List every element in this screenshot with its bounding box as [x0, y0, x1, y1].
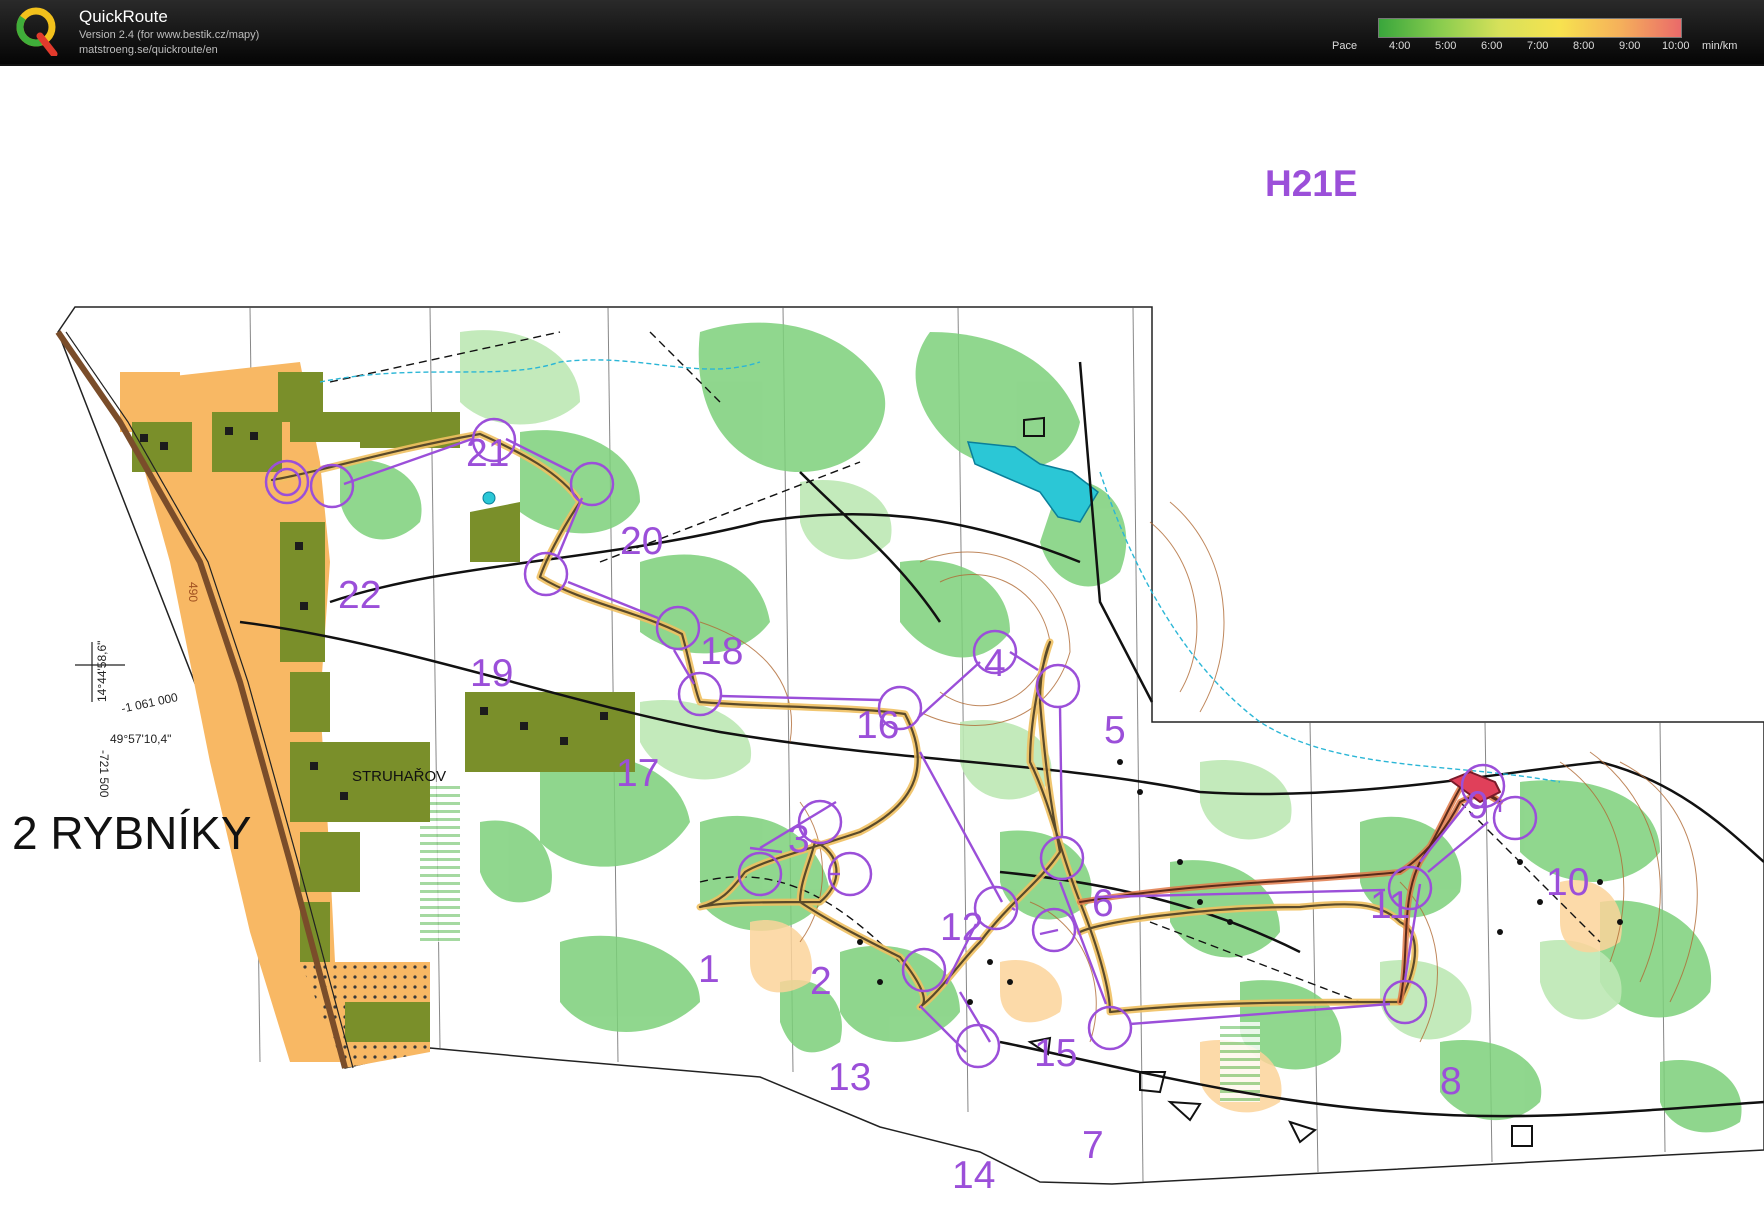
control-number-14: 14: [952, 1154, 996, 1197]
pace-label: Pace: [1332, 40, 1358, 52]
control-number-11: 11: [1370, 884, 1411, 927]
pace-tick: 4:00: [1389, 40, 1411, 52]
app-title: QuickRoute: [79, 7, 168, 26]
quickroute-logo-icon: [16, 7, 58, 56]
control-number-22: 22: [338, 574, 382, 617]
pace-tick: 7:00: [1527, 40, 1549, 52]
pace-color-scale: [1378, 18, 1682, 38]
control-number-16: 16: [856, 704, 900, 747]
pace-tick: 10:00: [1662, 40, 1690, 52]
control-number-7: 7: [1082, 1124, 1104, 1167]
control-number-9: 9: [1467, 784, 1489, 827]
control-number-8: 8: [1440, 1060, 1462, 1103]
control-number-1: 1: [698, 948, 720, 991]
pace-tick: 6:00: [1481, 40, 1503, 52]
control-number-2: 2: [810, 960, 832, 1003]
control-number-13: 13: [828, 1056, 872, 1099]
pace-unit: min/km: [1702, 40, 1738, 52]
control-number-3: 3: [788, 818, 810, 861]
app-version: Version 2.4 (for www.bestik.cz/mapy): [79, 29, 260, 41]
control-number-10: 10: [1546, 861, 1590, 904]
village-label: STRUHAŘOV: [352, 768, 447, 785]
pace-tick: 8:00: [1573, 40, 1595, 52]
app-header: QuickRoute Version 2.4 (for www.bestik.c…: [0, 0, 1764, 64]
control-number-18: 18: [700, 630, 744, 673]
control-number-12: 12: [940, 906, 984, 949]
map-view[interactable]: H21E 2 RYBNÍKY STRUHAŘOV 490 14°44'58,6"…: [0, 64, 1764, 1230]
orienteering-map[interactable]: [0, 66, 1764, 1230]
water-point: [482, 491, 496, 505]
control-number-19: 19: [470, 652, 514, 695]
pace-tick: 9:00: [1619, 40, 1641, 52]
control-number-21: 21: [466, 432, 510, 475]
map-name: 2 RYBNÍKY: [12, 807, 252, 859]
coord-label: 49°57'10,4": [110, 732, 172, 746]
pace-tick: 5:00: [1435, 40, 1457, 52]
quickroute-window: QuickRoute Version 2.4 (for www.bestik.c…: [0, 0, 1764, 1230]
control-number-17: 17: [616, 752, 660, 795]
control-number-5: 5: [1104, 709, 1126, 752]
control-number-6: 6: [1092, 882, 1114, 925]
coord-label: -721 500: [97, 750, 111, 798]
app-url: matstroeng.se/quickroute/en: [79, 44, 218, 56]
contour-label: 490: [186, 582, 200, 603]
control-number-15: 15: [1034, 1032, 1078, 1075]
course-class-title: H21E: [1265, 163, 1358, 204]
coord-label: 14°44'58,6": [95, 640, 109, 702]
control-number-20: 20: [620, 520, 664, 563]
control-number-4: 4: [984, 642, 1006, 685]
